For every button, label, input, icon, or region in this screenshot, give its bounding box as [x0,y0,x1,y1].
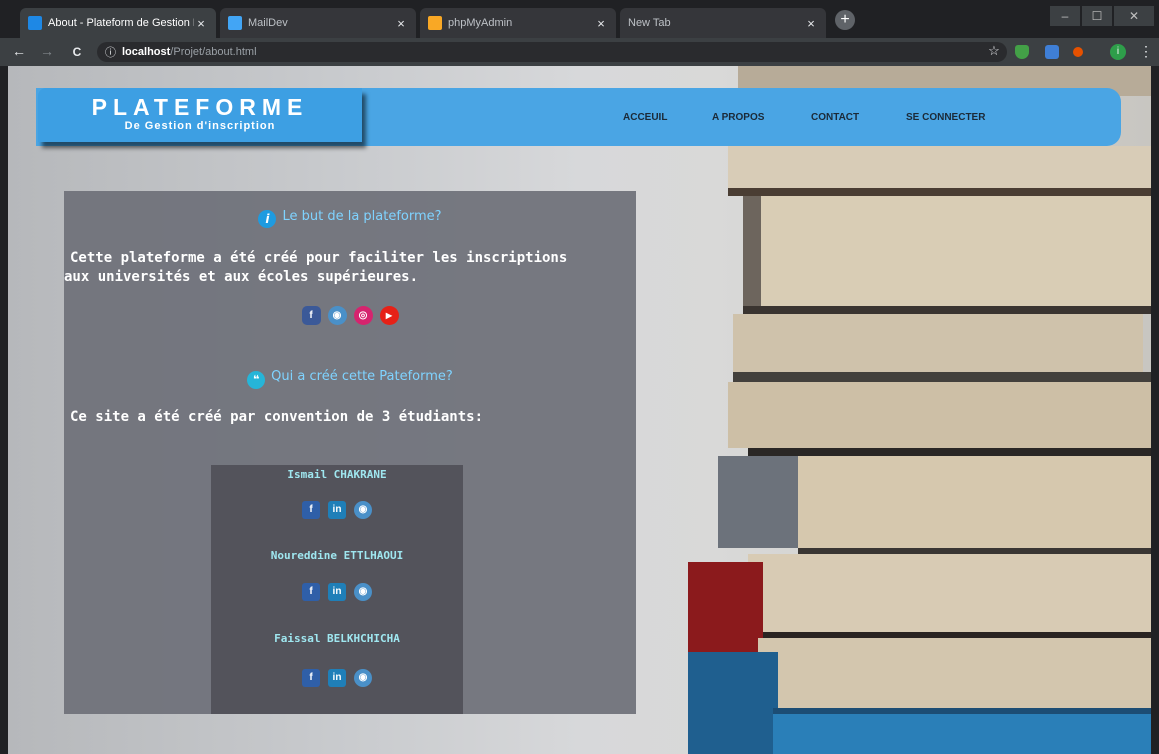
member-links: f in ◉ [211,501,463,519]
mail-icon [228,16,242,30]
tab-close-icon[interactable]: × [194,16,208,31]
site-logo[interactable]: PLATEFORME De Gestion d'inscription [38,88,362,142]
forward-button[interactable]: → [38,43,56,59]
youtube-icon[interactable]: ▶ [379,306,399,325]
about-panel: i Le but de la plateforme? Cette platefor… [64,191,636,714]
menu-dots-icon[interactable]: ⋮ [1137,43,1155,60]
tab-phpmyadmin[interactable]: phpMyAdmin × [420,8,616,38]
tab-about[interactable]: About - Plateform de Gestion D'I × [20,8,216,38]
nav-acceuil[interactable]: ACCEUIL [623,112,667,123]
section-heading-purpose: i Le but de la plateforme? [64,209,636,228]
heading-text: Qui a créé cette Pateforme? [271,369,453,384]
social-links: f ◉ ◎ ▶ [64,306,636,325]
nav-a-propos[interactable]: A PROPOS [712,112,764,123]
tab-close-icon[interactable]: × [594,16,608,31]
facebook-icon[interactable]: f [301,306,321,325]
tab-label: phpMyAdmin [448,17,513,29]
maximize-button[interactable]: ☐ [1082,6,1112,26]
browser-toolbar: ← → C ⓘ localhost /Projet/about.html ☆ i… [0,38,1159,66]
books-background-image [688,66,1151,754]
tab-close-icon[interactable]: × [394,16,408,31]
extension-icon[interactable] [1073,47,1083,57]
phpmyadmin-icon [428,16,442,30]
linkedin-icon[interactable]: in [328,501,346,519]
address-bar[interactable]: ⓘ localhost /Projet/about.html [97,42,1007,62]
linkedin-icon[interactable]: in [328,583,346,601]
facebook-icon[interactable]: f [302,583,320,601]
minimize-button[interactable]: – [1050,6,1080,26]
tab-label: New Tab [628,17,671,29]
shield-extension-icon[interactable] [1015,45,1029,59]
info-icon[interactable]: ⓘ [105,44,116,60]
url-path: /Projet/about.html [170,46,257,58]
members-card: Ismail CHAKRANE f in ◉ Noureddine ETTLHA… [211,465,463,714]
info-icon: i [258,210,277,228]
github-icon[interactable]: ◉ [354,583,372,601]
logo-title: PLATEFORME [91,94,309,120]
nav-contact[interactable]: CONTACT [811,112,859,123]
back-button[interactable]: ← [10,43,28,59]
member-links: f in ◉ [211,669,463,687]
facebook-icon[interactable]: f [302,501,320,519]
tab-close-icon[interactable]: × [804,16,818,31]
nav-se-connecter[interactable]: SE CONNECTER [906,112,985,123]
logo-subtitle: De Gestion d'inscription [124,120,276,132]
github-icon[interactable]: ◉ [354,669,372,687]
profile-avatar[interactable]: i [1110,44,1126,60]
heading-text: Le but de la plateforme? [282,209,442,224]
favicon-icon [28,16,42,30]
facebook-icon[interactable]: f [302,669,320,687]
github-icon[interactable]: ◉ [327,306,347,325]
translate-extension-icon[interactable] [1045,45,1059,59]
github-icon[interactable]: ◉ [354,501,372,519]
url-host: localhost [122,46,171,58]
tab-label: MailDev [248,17,288,29]
member-name: Ismail CHAKRANE [287,468,387,481]
close-window-button[interactable]: ✕ [1114,6,1154,26]
tab-maildev[interactable]: MailDev × [220,8,416,38]
tab-new-tab[interactable]: New Tab × [620,8,826,38]
bookmark-star-icon[interactable]: ☆ [985,43,1003,59]
member-links: f in ◉ [211,583,463,601]
member-name: Faissal BELKHCHICHA [274,632,400,645]
linkedin-icon[interactable]: in [328,669,346,687]
quote-icon: ❝ [247,371,266,389]
member-name: Noureddine ETTLHAOUI [270,549,404,562]
purpose-paragraph-line1: Cette plateforme a été créé pour facilit… [70,250,568,266]
purpose-paragraph-line2: aux universités et aux écoles supérieure… [64,269,419,285]
tab-label: About - Plateform de Gestion D'I [48,17,194,29]
instagram-icon[interactable]: ◎ [353,306,373,325]
creators-paragraph: Ce site a été créé par convention de 3 é… [70,409,484,425]
reload-button[interactable]: C [68,45,86,59]
page-viewport: ACCEUIL A PROPOS CONTACT SE CONNECTER PL… [8,66,1151,754]
new-tab-button[interactable]: + [835,10,855,30]
browser-tab-bar: About - Plateform de Gestion D'I × MailD… [0,0,1159,38]
section-heading-creators: ❝ Qui a créé cette Pateforme? [64,369,636,389]
